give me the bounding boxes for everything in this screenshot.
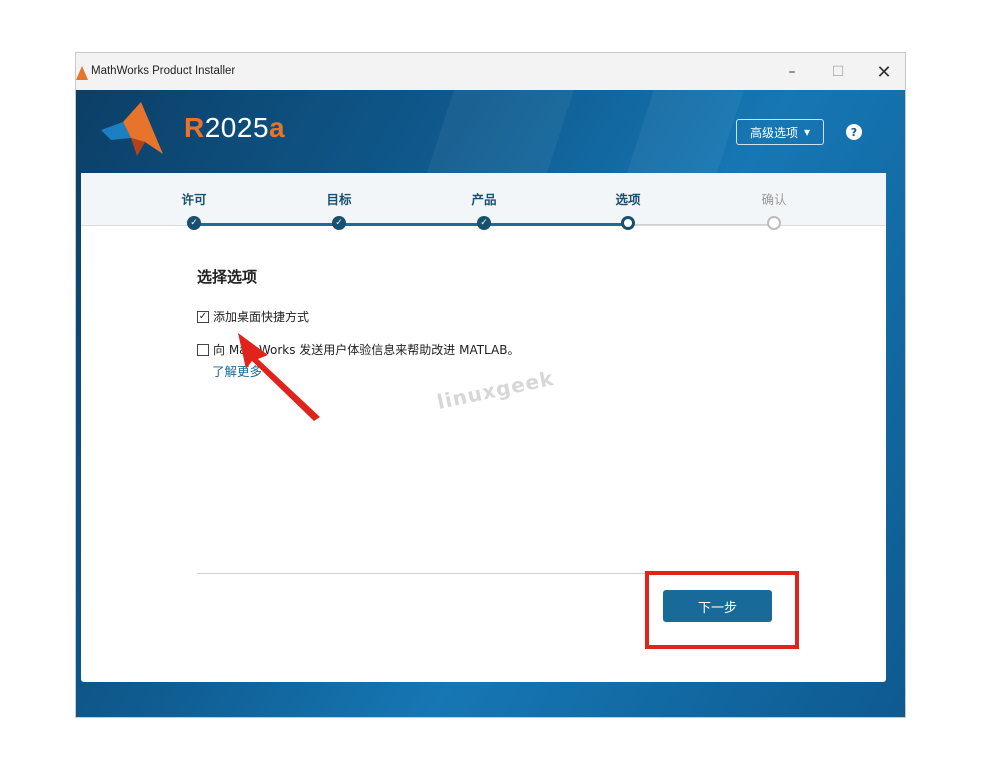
maximize-button[interactable]: ☐ [822, 61, 854, 83]
annotation-highlight-box [645, 571, 799, 649]
title-bar: MathWorks Product Installer – ☐ ✕ [76, 53, 905, 90]
matlab-logo-icon [101, 102, 163, 156]
step-products-label: 产品 [471, 192, 497, 207]
release-name: R2025a [184, 112, 285, 144]
desktop-shortcut-option[interactable]: ✓ 添加桌面快捷方式 [197, 308, 309, 325]
stepper-pending-line [628, 224, 774, 225]
desktop-shortcut-checkbox[interactable]: ✓ [197, 310, 209, 323]
window-title: MathWorks Product Installer [91, 65, 236, 77]
advanced-options-dropdown[interactable]: 高级选项 ▾ [736, 119, 824, 145]
annotation-arrow-icon [238, 333, 320, 421]
release-prefix: R [184, 112, 205, 143]
step-confirm-label: 确认 [761, 192, 787, 207]
matlab-app-icon [76, 66, 88, 80]
desktop-shortcut-label: 添加桌面快捷方式 [213, 310, 310, 324]
close-button[interactable]: ✕ [868, 61, 900, 83]
step-destination-label: 目标 [326, 192, 352, 207]
step-options-label: 选项 [615, 192, 641, 207]
step-complete-icon: ✓ [187, 216, 201, 230]
section-title: 选择选项 [197, 268, 258, 286]
chevron-down-icon: ▾ [803, 125, 811, 139]
step-current-icon [621, 216, 635, 230]
release-number: 2025 [204, 112, 270, 143]
help-icon[interactable]: ? [846, 124, 862, 140]
send-experience-checkbox[interactable] [197, 343, 209, 356]
step-pending-icon [767, 216, 781, 230]
stepper-progress-line [194, 223, 628, 226]
step-complete-icon: ✓ [332, 216, 346, 230]
release-suffix: a [269, 112, 286, 143]
advanced-options-label: 高级选项 [749, 125, 798, 140]
step-complete-icon: ✓ [477, 216, 491, 230]
step-license-label: 许可 [181, 192, 207, 207]
watermark-text: linuxgeek [434, 365, 557, 415]
minimize-button[interactable]: – [776, 61, 808, 83]
